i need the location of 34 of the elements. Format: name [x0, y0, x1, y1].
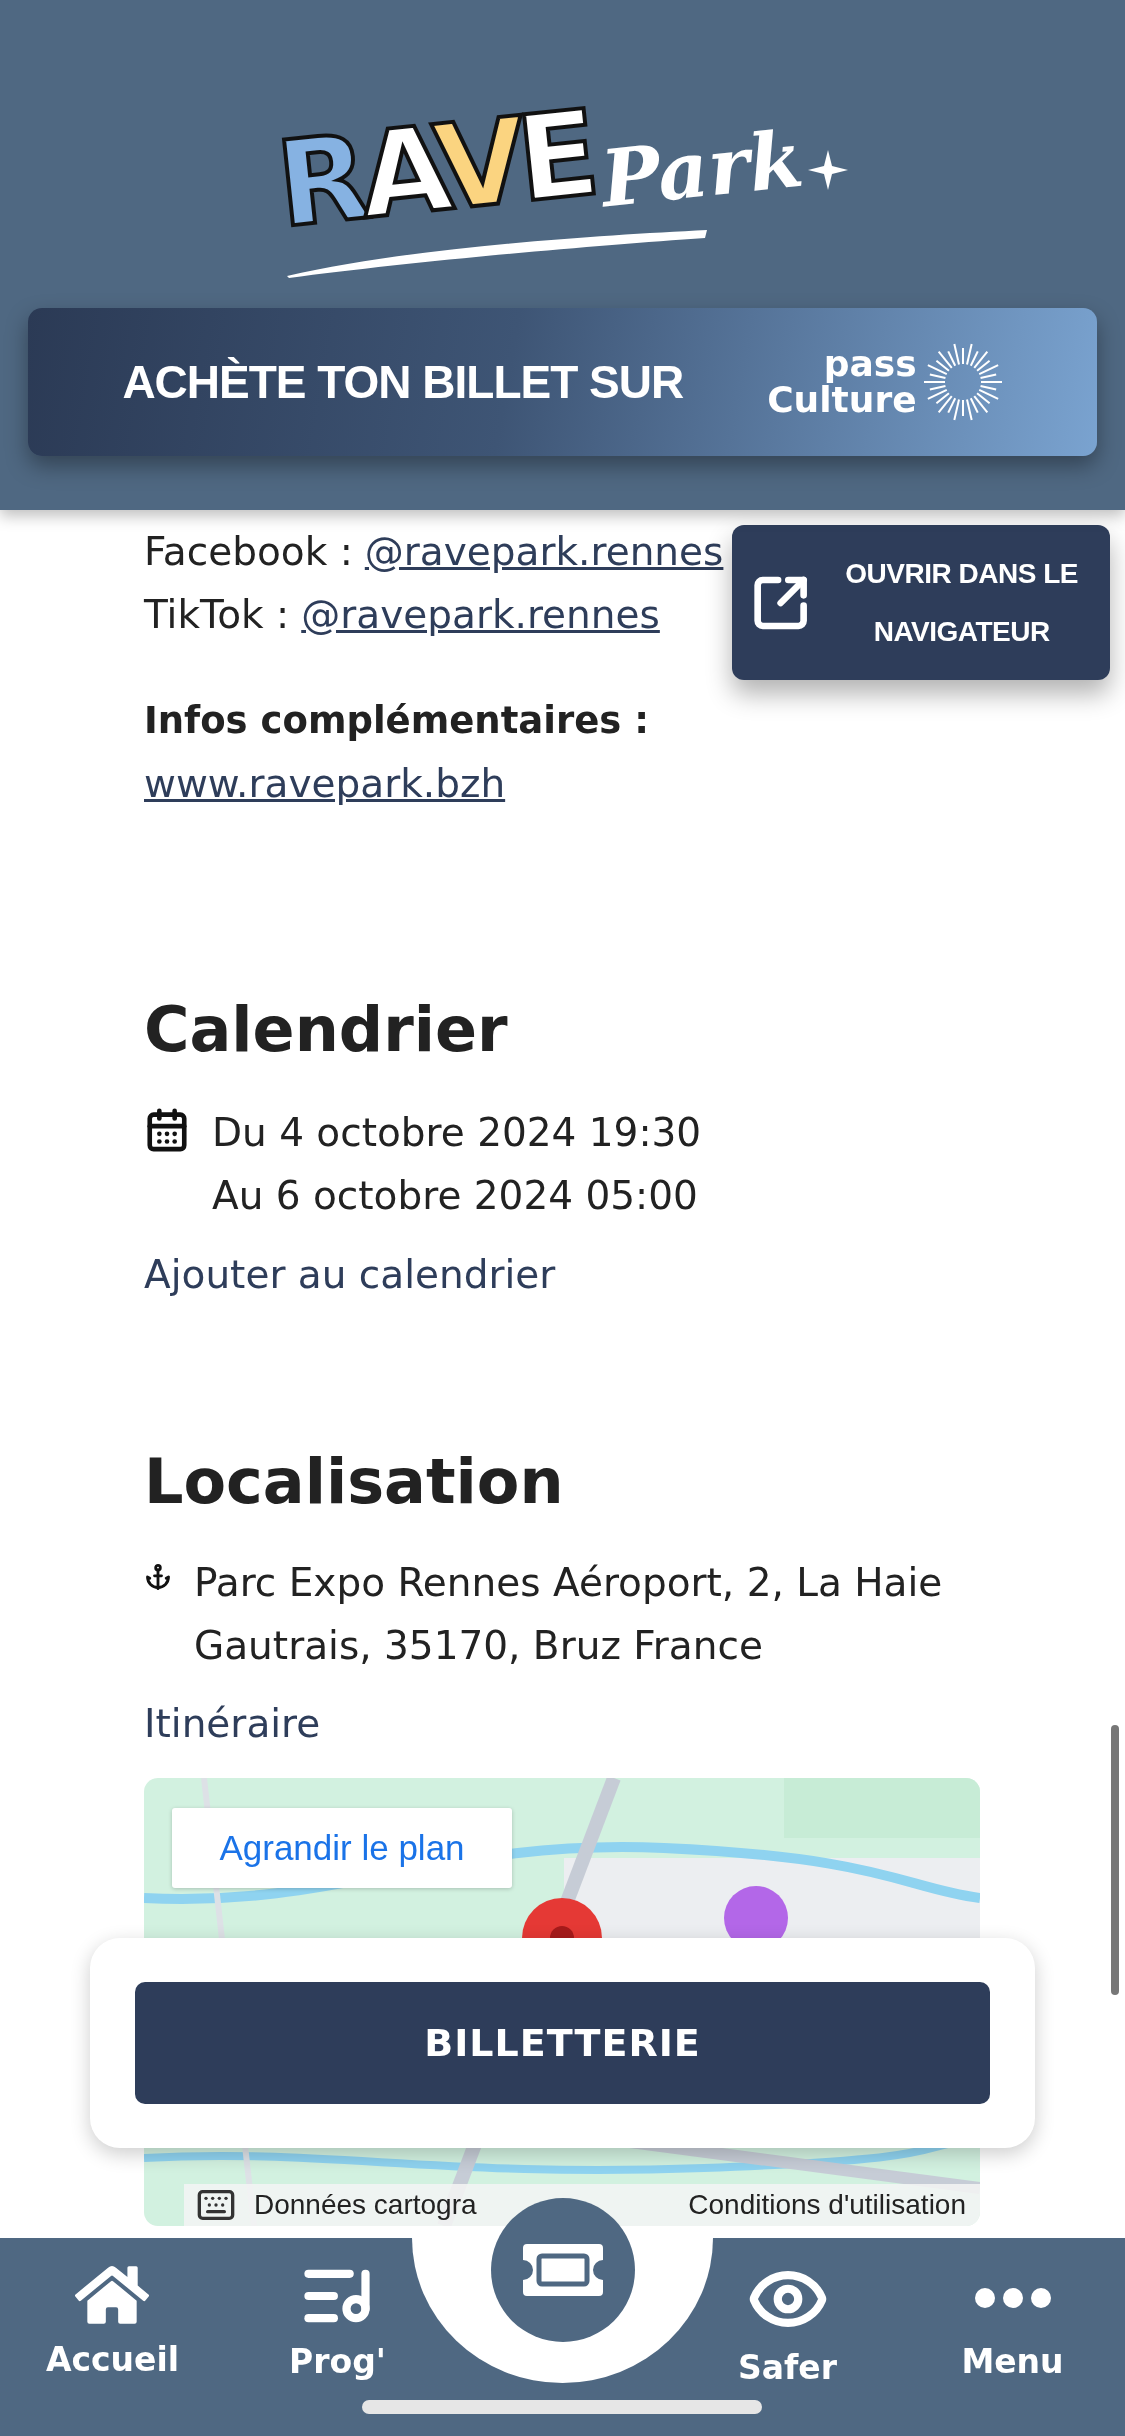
social-label: TikTok :	[144, 591, 290, 639]
nav-tab[interactable]: Prog'	[289, 2238, 386, 2381]
info-heading: Infos complémentaires :	[144, 698, 651, 744]
calendar-icon	[144, 1107, 190, 1153]
sparkle-icon	[807, 150, 848, 190]
logo-script-text: Park	[597, 119, 808, 219]
map-data-text[interactable]: Données cartogra	[254, 2189, 477, 2221]
more-icon	[974, 2288, 1051, 2308]
anchor-icon	[144, 1563, 172, 1591]
section-heading: Calendrier	[144, 992, 509, 1068]
nav-tab[interactable]: Safer	[737, 2238, 838, 2387]
banner-text: ACHÈTE TON BILLET SUR	[122, 355, 684, 409]
route-link[interactable]: Itinéraire	[144, 1692, 321, 1755]
event-date: Du 4 octobre 2024 19:30	[212, 1109, 702, 1157]
open-in-browser-button[interactable]: OUVRIR DANS LE NAVIGATEUR	[732, 525, 1110, 680]
nav-tab[interactable]: Accueil	[45, 2238, 180, 2379]
website-link[interactable]: www.ravepark.bzh	[144, 752, 506, 815]
event-date: Au 6 octobre 2024 05:00	[212, 1172, 699, 1220]
social-link[interactable]: @ravepark.rennes	[301, 583, 660, 646]
partner-logo-text: Culture	[767, 382, 917, 418]
section-heading: Localisation	[144, 1444, 565, 1520]
add-calendar-link[interactable]: Ajouter au calendrier	[144, 1243, 556, 1306]
social-link[interactable]: @ravepark.rennes	[364, 520, 724, 583]
enlarge-map-button[interactable]: Agrandir le plan	[172, 1808, 512, 1888]
logo-wordmark: RAVE	[272, 93, 597, 245]
address-text: Parc Expo Rennes Aéroport, 2, La Haie Gautrais, 35170, Bruz France	[194, 1559, 944, 1670]
starburst-icon	[922, 342, 1003, 422]
nav-tab[interactable]: Menu	[961, 2238, 1064, 2381]
promo-banner[interactable]: ACHÈTE TON BILLET SUR pass Culture	[28, 308, 1097, 456]
ticketing-button[interactable]: BILLETTERIE	[135, 1982, 990, 2104]
terms-link[interactable]: Conditions d'utilisation	[688, 2189, 966, 2221]
partner-logo-text: pass	[823, 346, 917, 382]
swoosh-icon	[287, 228, 708, 278]
social-label: Facebook :	[144, 528, 353, 576]
